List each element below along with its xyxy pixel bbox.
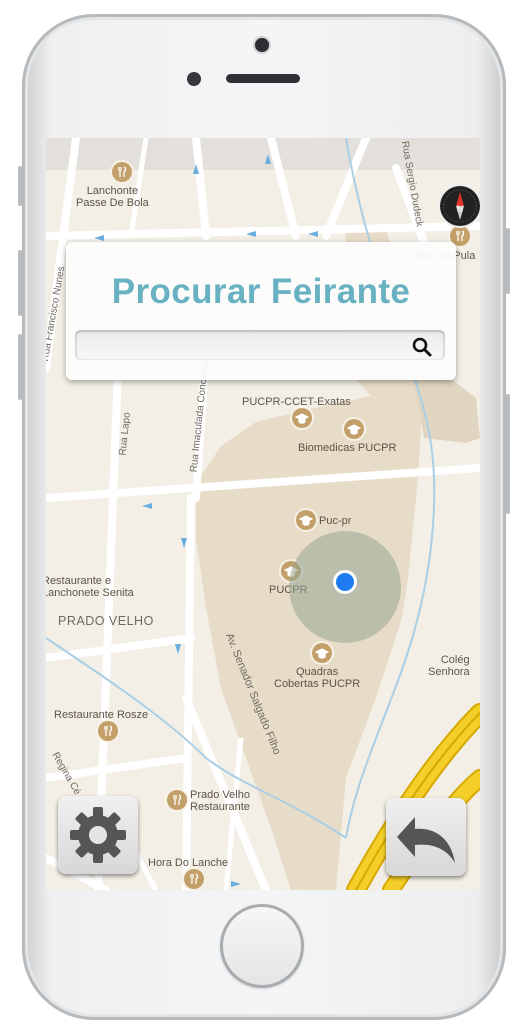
place-label-line: Senhora: [428, 666, 470, 678]
place-label: Colég Senhora: [428, 654, 470, 678]
place-label-line: Restaurante: [190, 801, 250, 813]
place-label: Puc-pr: [319, 515, 352, 527]
side-button: [506, 394, 510, 514]
place-label-line: Lanchonete Senita: [46, 587, 134, 599]
university-poi-icon[interactable]: [292, 408, 312, 428]
gear-icon: [70, 807, 126, 863]
compass-letter: N: [457, 204, 464, 214]
power-button: [506, 228, 510, 294]
place-label: Quadras Cobertas PUCPR: [274, 666, 360, 690]
university-poi-icon[interactable]: [312, 643, 332, 663]
place-label: Restaurante Rosze: [54, 709, 149, 721]
district-label: PRADO VELHO: [58, 614, 154, 628]
front-camera: [255, 38, 269, 52]
search-panel: Procurar Feirante: [66, 242, 456, 380]
restaurant-poi-icon[interactable]: [98, 721, 118, 741]
place-label: Prado Velho Restaurante: [190, 789, 250, 813]
place-label-line: Colég: [440, 654, 470, 666]
place-label: Lanchonte Passe De Bola: [76, 185, 149, 209]
user-location-dot[interactable]: [336, 573, 354, 591]
volume-down-button: [18, 334, 22, 400]
restaurant-poi-icon[interactable]: [112, 162, 132, 182]
restaurant-poi-icon[interactable]: [167, 790, 187, 810]
search-icon[interactable]: [411, 336, 433, 358]
place-label: Restaurante e Lanchonete Senita: [46, 575, 134, 599]
back-button[interactable]: [386, 798, 466, 876]
place-label-line: Restaurante e: [46, 575, 112, 587]
undo-arrow-icon: [397, 817, 455, 863]
home-button[interactable]: [220, 904, 304, 988]
compass-icon[interactable]: N: [440, 186, 480, 226]
search-title: Procurar Feirante: [111, 272, 411, 311]
map-screen[interactable]: Lanchonte Passe De Bola Bar Do Pula PUCP…: [46, 138, 480, 890]
place-label-line: Lanchonte: [86, 185, 139, 197]
place-label-line: Passe De Bola: [76, 197, 149, 209]
restaurant-poi-icon[interactable]: [184, 869, 204, 889]
university-poi-icon[interactable]: [296, 510, 316, 530]
place-label: Biomedicas PUCPR: [298, 442, 397, 454]
university-poi-icon[interactable]: [344, 419, 364, 439]
mute-switch: [18, 166, 22, 206]
volume-up-button: [18, 250, 22, 316]
proximity-sensor: [187, 72, 201, 86]
earpiece-speaker: [226, 74, 300, 83]
place-label: Hora Do Lanche: [148, 857, 229, 869]
place-label-line: Quadras: [296, 666, 339, 678]
place-label-line: Cobertas PUCPR: [274, 678, 361, 690]
place-label: PUCPR-CCET-Exatas: [242, 396, 351, 408]
settings-button[interactable]: [58, 796, 138, 874]
search-input[interactable]: [75, 330, 445, 360]
place-label-line: Prado Velho: [190, 789, 250, 801]
